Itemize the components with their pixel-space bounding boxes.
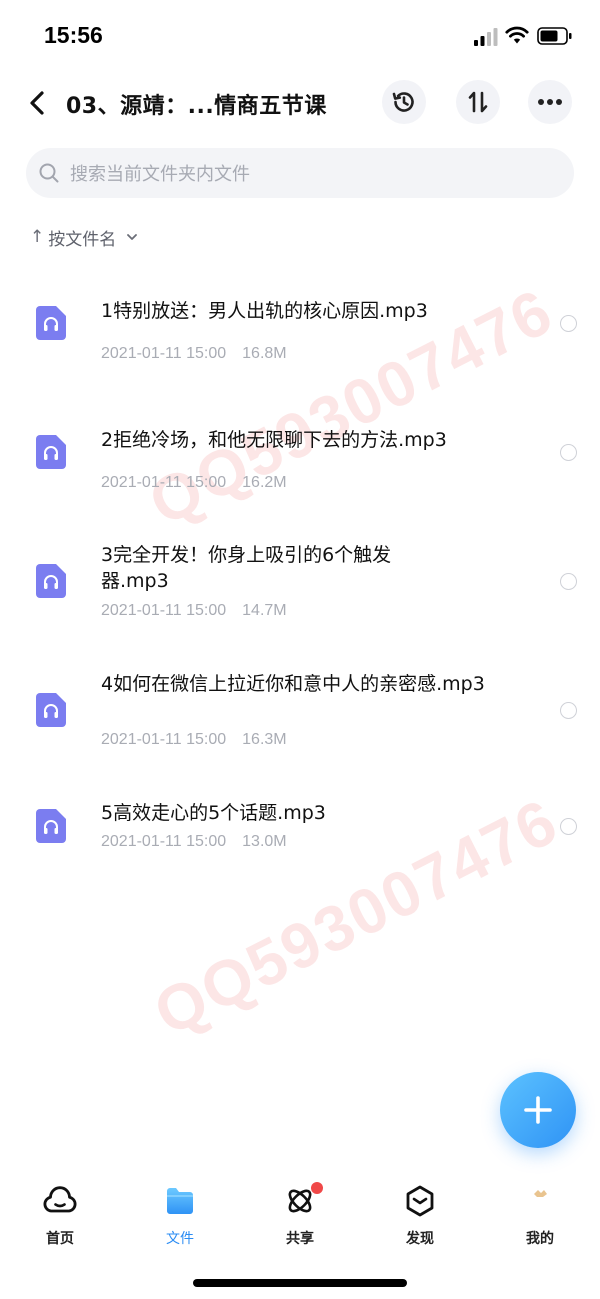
file-name: 2拒绝冷场，和他无限聊下去的方法.mp3	[101, 429, 447, 451]
file-name: 1特别放送：男人出轨的核心原因.mp3	[101, 300, 428, 322]
file-row[interactable]: 2拒绝冷场，和他无限聊下去的方法.mp3 2021-01-11 15:00 16.…	[0, 400, 600, 510]
file-meta: 2021-01-11 15:00 16.2M	[101, 474, 287, 492]
file-name: 5高效走心的5个话题.mp3	[101, 802, 326, 824]
file-date: 2021-01-11 15:00	[101, 345, 227, 362]
tab-share[interactable]: 共享	[255, 1182, 345, 1254]
home-cloud-icon	[43, 1186, 77, 1213]
profile-avatar-icon	[534, 1190, 547, 1197]
file-size: 13.0M	[242, 833, 287, 850]
file-size: 14.7M	[242, 602, 287, 619]
bottom-tab-bar: 首页 文件 共享 发现 我的	[0, 1178, 600, 1258]
file-row[interactable]: 1特别放送：男人出轨的核心原因.mp3 2021-01-11 15:00 16.8…	[0, 270, 600, 380]
audio-file-icon	[36, 564, 66, 598]
file-row[interactable]: 5高效走心的5个话题.mp3 2021-01-11 15:00 13.0M	[0, 790, 600, 900]
file-size: 16.3M	[242, 731, 287, 748]
sort-button[interactable]	[456, 80, 500, 124]
file-size: 16.8M	[242, 345, 287, 362]
cellular-signal-icon	[474, 28, 498, 46]
file-date: 2021-01-11 15:00	[101, 474, 227, 491]
more-dots-icon	[538, 99, 562, 105]
audio-file-icon	[36, 809, 66, 843]
file-meta: 2021-01-11 15:00 16.8M	[101, 345, 287, 363]
wifi-icon	[505, 26, 529, 44]
page-title: 03、源靖：...情商五节课	[66, 94, 327, 119]
select-checkbox[interactable]	[560, 444, 577, 461]
file-date: 2021-01-11 15:00	[101, 833, 227, 850]
history-clock-icon	[392, 92, 414, 112]
chevron-left-icon	[30, 91, 44, 115]
audio-file-icon	[36, 693, 66, 727]
folder-icon	[167, 1188, 193, 1214]
sort-arrows-icon	[468, 91, 488, 113]
search-input[interactable]: 搜索当前文件夹内文件	[26, 148, 574, 198]
status-time: 15:56	[44, 22, 103, 48]
select-checkbox[interactable]	[560, 315, 577, 332]
file-row[interactable]: 4如何在微信上拉近你和意中人的亲密感.mp3 2021-01-11 15:00 1…	[0, 660, 600, 770]
file-size: 16.2M	[242, 474, 287, 491]
tab-label: 首页	[46, 1231, 74, 1247]
file-name: 3完全开发！你身上吸引的6个触发器.mp3	[101, 544, 392, 592]
notification-badge	[311, 1182, 323, 1194]
tab-label: 我的	[526, 1231, 554, 1247]
select-checkbox[interactable]	[560, 573, 577, 590]
file-meta: 2021-01-11 15:00 16.3M	[101, 731, 287, 749]
sort-direction-arrow: ↑	[30, 227, 45, 247]
back-button[interactable]	[22, 86, 52, 120]
search-placeholder: 搜索当前文件夹内文件	[70, 164, 250, 185]
file-date: 2021-01-11 15:00	[101, 731, 227, 748]
plus-icon	[524, 1096, 552, 1124]
select-checkbox[interactable]	[560, 702, 577, 719]
sort-label: 按文件名	[48, 229, 117, 250]
audio-file-icon	[36, 306, 66, 340]
chevron-down-icon	[127, 234, 138, 240]
audio-file-icon	[36, 435, 66, 469]
file-name: 4如何在微信上拉近你和意中人的亲密感.mp3	[101, 673, 485, 695]
tab-label: 发现	[406, 1231, 434, 1247]
discover-hexagon-icon	[406, 1185, 434, 1217]
search-icon	[39, 163, 59, 183]
header-bar: 03、源靖：...情商五节课	[0, 72, 600, 134]
file-row[interactable]: 3完全开发！你身上吸引的6个触发器.mp3 2021-01-11 15:00 14…	[0, 530, 600, 640]
select-checkbox[interactable]	[560, 818, 577, 835]
file-meta: 2021-01-11 15:00 13.0M	[101, 833, 287, 851]
status-bar: 15:56	[0, 0, 600, 72]
battery-icon	[537, 27, 572, 45]
tab-discover[interactable]: 发现	[375, 1184, 465, 1254]
file-meta: 2021-01-11 15:00 14.7M	[101, 602, 287, 620]
share-icon-wrapper	[283, 1182, 323, 1218]
history-button[interactable]	[382, 80, 426, 124]
tab-files[interactable]: 文件	[135, 1184, 225, 1254]
sort-by-name-toggle[interactable]: ↑ 按文件名	[30, 224, 138, 250]
more-options-button[interactable]	[528, 80, 572, 124]
add-fab-button[interactable]	[500, 1072, 576, 1148]
home-indicator	[193, 1279, 407, 1287]
tab-label: 文件	[166, 1231, 194, 1247]
tab-profile[interactable]: 我的	[495, 1184, 585, 1254]
tab-label: 共享	[286, 1231, 314, 1247]
file-date: 2021-01-11 15:00	[101, 602, 227, 619]
tab-home[interactable]: 首页	[15, 1184, 105, 1254]
